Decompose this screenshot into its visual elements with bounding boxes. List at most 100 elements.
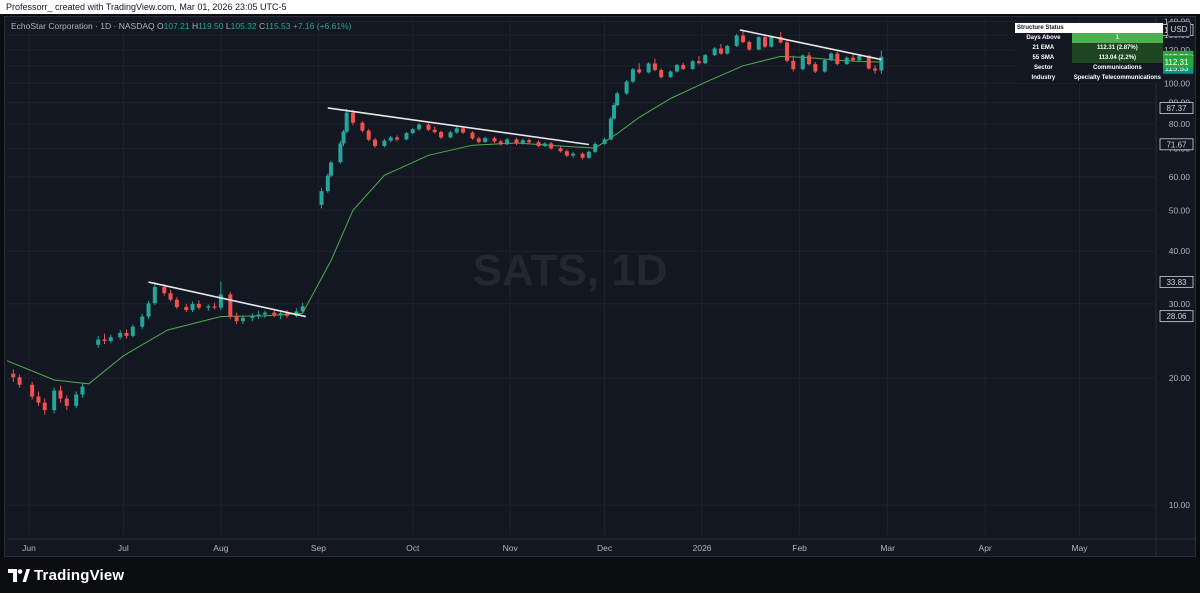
- candle[interactable]: [80, 383, 85, 398]
- candle[interactable]: [602, 137, 607, 145]
- candle[interactable]: [234, 312, 239, 324]
- candle[interactable]: [366, 128, 371, 142]
- candle[interactable]: [388, 135, 393, 143]
- candle[interactable]: [492, 136, 497, 143]
- candle[interactable]: [718, 43, 723, 55]
- price-chart[interactable]: SATS, 1D 10.00 20.00 30.00 40.00 50.00 60.00 7…: [5, 17, 1195, 556]
- candle[interactable]: [52, 387, 57, 414]
- candle[interactable]: [476, 136, 481, 144]
- candle[interactable]: [328, 160, 333, 178]
- candle[interactable]: [835, 51, 840, 66]
- candle[interactable]: [624, 79, 629, 95]
- candle[interactable]: [470, 131, 475, 140]
- candle[interactable]: [454, 126, 459, 134]
- candle[interactable]: [580, 152, 585, 160]
- candle[interactable]: [74, 391, 79, 408]
- candle[interactable]: [668, 70, 673, 79]
- candle[interactable]: [690, 60, 695, 70]
- tradingview-logo[interactable]: TradingView: [8, 567, 124, 584]
- candle[interactable]: [696, 56, 701, 65]
- candle[interactable]: [674, 63, 679, 73]
- candle[interactable]: [756, 36, 761, 51]
- candle[interactable]: [395, 135, 400, 142]
- candle[interactable]: [262, 310, 267, 318]
- candle[interactable]: [514, 137, 519, 145]
- candle[interactable]: [747, 40, 752, 51]
- candle[interactable]: [659, 68, 664, 79]
- candle[interactable]: [64, 395, 69, 411]
- candle[interactable]: [382, 138, 387, 148]
- candle[interactable]: [785, 39, 790, 63]
- candle[interactable]: [637, 63, 642, 74]
- candle[interactable]: [58, 385, 63, 403]
- candle[interactable]: [146, 300, 151, 320]
- candle[interactable]: [734, 33, 739, 47]
- candle[interactable]: [873, 65, 878, 74]
- candle[interactable]: [608, 116, 613, 141]
- candle[interactable]: [118, 330, 123, 340]
- candle[interactable]: [483, 136, 488, 143]
- candle[interactable]: [17, 374, 22, 388]
- candle[interactable]: [218, 281, 223, 311]
- candle[interactable]: [822, 58, 827, 73]
- candle[interactable]: [527, 138, 532, 144]
- candle[interactable]: [140, 313, 145, 329]
- candle[interactable]: [448, 130, 453, 139]
- candle[interactable]: [681, 62, 686, 71]
- candle[interactable]: [851, 54, 856, 62]
- candle[interactable]: [536, 140, 541, 148]
- candle[interactable]: [505, 137, 510, 145]
- candle[interactable]: [542, 142, 547, 148]
- candle[interactable]: [174, 297, 179, 309]
- candle[interactable]: [740, 30, 745, 44]
- candle[interactable]: [879, 50, 884, 74]
- candle[interactable]: [372, 137, 377, 148]
- candle[interactable]: [558, 146, 563, 153]
- candle[interactable]: [184, 303, 189, 313]
- candle[interactable]: [190, 301, 195, 313]
- candle[interactable]: [108, 334, 113, 344]
- candle[interactable]: [228, 292, 233, 320]
- candle[interactable]: [338, 140, 343, 164]
- candle[interactable]: [813, 62, 818, 73]
- candle[interactable]: [344, 108, 349, 134]
- chart-pane[interactable]: SATS, 1D 10.00 20.00 30.00 40.00 50.00 60.00 7…: [4, 16, 1196, 557]
- candle[interactable]: [404, 131, 409, 141]
- candle[interactable]: [564, 149, 569, 157]
- candle[interactable]: [152, 282, 157, 306]
- candle[interactable]: [11, 369, 16, 382]
- candle[interactable]: [844, 56, 849, 65]
- candle[interactable]: [250, 313, 255, 322]
- candle[interactable]: [498, 139, 503, 146]
- candle[interactable]: [439, 130, 444, 139]
- candle[interactable]: [196, 300, 201, 310]
- trendline[interactable]: [739, 29, 882, 61]
- candle[interactable]: [725, 44, 730, 55]
- candle[interactable]: [36, 391, 41, 406]
- candle[interactable]: [30, 381, 35, 400]
- candle[interactable]: [168, 289, 173, 302]
- candle[interactable]: [593, 142, 598, 153]
- candle[interactable]: [800, 54, 805, 71]
- candle[interactable]: [791, 55, 796, 72]
- candle[interactable]: [102, 333, 107, 345]
- candle[interactable]: [615, 91, 620, 107]
- candle[interactable]: [96, 335, 101, 348]
- candle[interactable]: [646, 62, 651, 74]
- candle[interactable]: [612, 102, 617, 120]
- candle[interactable]: [284, 310, 289, 318]
- candle[interactable]: [432, 126, 437, 134]
- candle[interactable]: [130, 324, 135, 338]
- candle[interactable]: [360, 121, 365, 133]
- candle[interactable]: [256, 310, 261, 320]
- candle[interactable]: [206, 304, 211, 311]
- currency-button[interactable]: USD: [1167, 21, 1191, 37]
- candle[interactable]: [124, 329, 129, 339]
- candle[interactable]: [807, 52, 812, 66]
- symbol-legend[interactable]: EchoStar Corporation · 1D · NASDAQ O107.…: [11, 21, 351, 31]
- candle[interactable]: [762, 34, 767, 48]
- candle[interactable]: [319, 187, 324, 209]
- candle[interactable]: [712, 47, 717, 57]
- candle[interactable]: [42, 398, 47, 415]
- candle[interactable]: [829, 52, 834, 62]
